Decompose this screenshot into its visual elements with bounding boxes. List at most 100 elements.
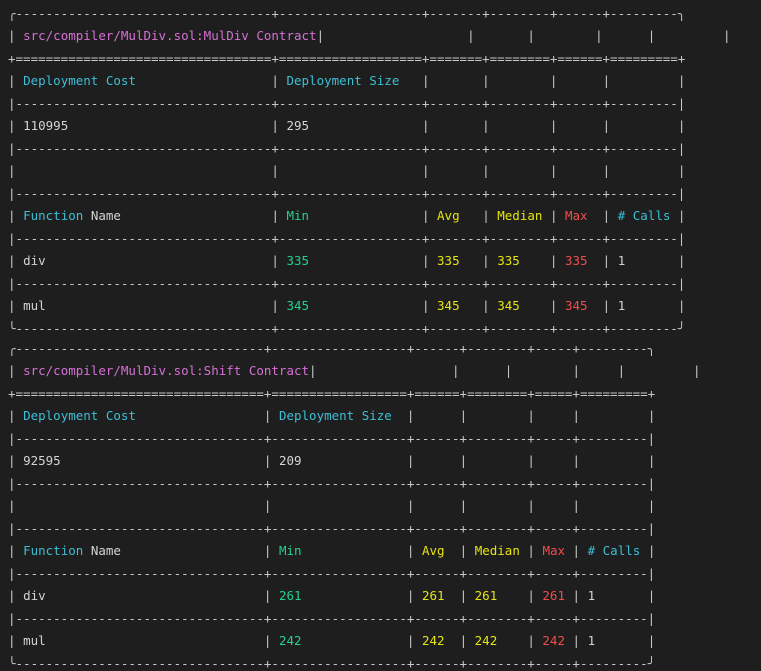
table-border: | [677,73,686,88]
gas-table-2-title-row-cell-4 [580,363,618,378]
gas-table-2-deployment-header-row-cell-3 [467,408,527,423]
gas-table-2-function-row-mul-cell-1: 242 [271,633,406,648]
gas-table-2-deployment-header-row-cell-4 [535,408,573,423]
gas-table-1-function-row-div-cell-1: 335 [279,253,422,268]
gas-table-2-separator: |---------------------------------+-----… [8,566,655,581]
table-border: | [572,543,581,558]
table-border: +==================================+====… [8,51,686,66]
table-border: | [527,28,535,43]
table-border: | [406,588,415,603]
table-border: ╰---------------------------------+-----… [8,656,656,671]
table-border: | [263,633,272,648]
table-border: |----------------------------------+----… [8,276,686,291]
table-border: | [723,28,731,43]
gas-table-2-deployment-value-row-cell-3 [467,453,527,468]
function-name: div [23,588,46,603]
avg-value: 345 [437,298,460,313]
deployment-cost-value: 92595 [23,453,61,468]
table-border: | [482,163,490,178]
gas-table-2-deployment-value-row-cell-5 [580,453,648,468]
table-border: | [459,633,468,648]
gas-table-1-function-row-mul-cell-5: 1 [610,298,678,313]
gas-table-1-function-header-row-cell-3: Median [490,208,550,223]
table-border: | [677,253,686,268]
gas-table-1-deployment-header-row-cell-4 [557,73,602,88]
calls-header: # Calls [587,543,641,558]
gas-table-1-empty-row-cell-3 [490,163,550,178]
gas-table-1-function-row-div: | div | 335 | 335 | 335 | 335 | 1 | [8,246,685,276]
table-border: | [271,298,279,313]
gas-table-2-function-row-mul-cell-0: mul [16,633,264,648]
table-border: |----------------------------------+----… [8,186,686,201]
contract-name: src/compiler/MulDiv.sol:Shift Contract [23,363,310,378]
name-header: Name [90,543,121,558]
gas-table-2-separator: |---------------------------------+-----… [8,521,655,536]
table-border: |----------------------------------+----… [8,96,686,111]
table-border: | [271,253,279,268]
header-space [83,543,91,558]
gas-table-2-function-header-row-cell-1: Min [271,543,406,558]
gas-table-1-function-header-row-cell-2: Avg [430,208,483,223]
gas-table-2-function-header-row-cell-3: Median [467,543,527,558]
median-value: 242 [474,633,498,648]
gas-table-1-function-row-div-cell-5: 1 [610,253,678,268]
table-border: | [572,408,581,423]
table-border: | [263,543,272,558]
gas-table-1-header-separator: +==================================+====… [8,51,685,66]
table-border: | [482,118,490,133]
table-border: | [8,73,16,88]
gas-table-1-title-row-cell-1 [324,28,467,43]
max-value: 345 [564,298,588,313]
table-border: | [527,633,535,648]
gas-table-2-deployment-value-row-cell-0: 92595 [16,453,264,468]
table-border: | [677,298,686,313]
table-border: | [647,543,656,558]
table-border: | [647,498,656,513]
min-value: 261 [278,588,302,603]
avg-value: 242 [421,633,445,648]
gas-table-1-title-row: | src/compiler/MulDiv.sol:MulDiv Contrac… [8,21,731,51]
table-border: |---------------------------------+-----… [8,431,656,446]
table-border: |---------------------------------+-----… [8,476,656,491]
gas-table-2-function-row-div-cell-2: 261 [414,588,459,603]
median-header: Median [497,208,543,223]
table-border: | [8,453,16,468]
gas-table-1-separator: |----------------------------------+----… [8,231,685,246]
min-value: 242 [278,633,302,648]
function-name: mul [23,298,46,313]
gas-table-1-empty-row-cell-0 [16,163,272,178]
terminal-output: ╭----------------------------------+----… [8,6,753,671]
table-border: | [482,73,490,88]
table-border: |---------------------------------+-----… [8,566,656,581]
table-border: ╭----------------------------------+----… [8,6,686,21]
gas-table-1-deployment-value-row-cell-2 [429,118,482,133]
gas-table-1-top-border: ╭----------------------------------+----… [8,6,685,21]
table-border: | [309,363,317,378]
table-border: | [459,498,468,513]
gas-table-2-empty-row-cell-4 [535,498,573,513]
gas-table-1-deployment-header-row-cell-1: Deployment Size [279,73,422,88]
avg-header: Avg [421,543,445,558]
gas-table-2-empty-row-cell-0 [16,498,264,513]
table-border: | [8,498,16,513]
avg-header: Avg [437,208,460,223]
gas-table-1-function-row-mul-cell-1: 345 [279,298,422,313]
max-header: Max [565,208,588,223]
gas-table-1-deployment-value-row-cell-4 [557,118,602,133]
table-border: | [406,498,415,513]
gas-table-2-empty-row-cell-1 [271,498,406,513]
max-value: 335 [564,253,588,268]
function-header: Function [23,543,84,558]
gas-table-2-title-row-cell-3 [512,363,572,378]
max-value: 261 [542,588,565,603]
deployment-cost-value: 110995 [23,118,69,133]
gas-table-2-deployment-value-row-cell-1: 209 [271,453,406,468]
gas-table-2-function-row-mul: | mul | 242 | 242 | 242 | 242 | 1 | [8,626,655,656]
table-border: | [572,498,581,513]
table-border: | [647,633,656,648]
table-border: | [482,298,490,313]
gas-table-2-function-row-div-cell-0: div [16,588,264,603]
table-border: | [467,28,475,43]
gas-table-2-deployment-header-row-cell-0: Deployment Cost [16,408,264,423]
table-border: | [527,543,535,558]
